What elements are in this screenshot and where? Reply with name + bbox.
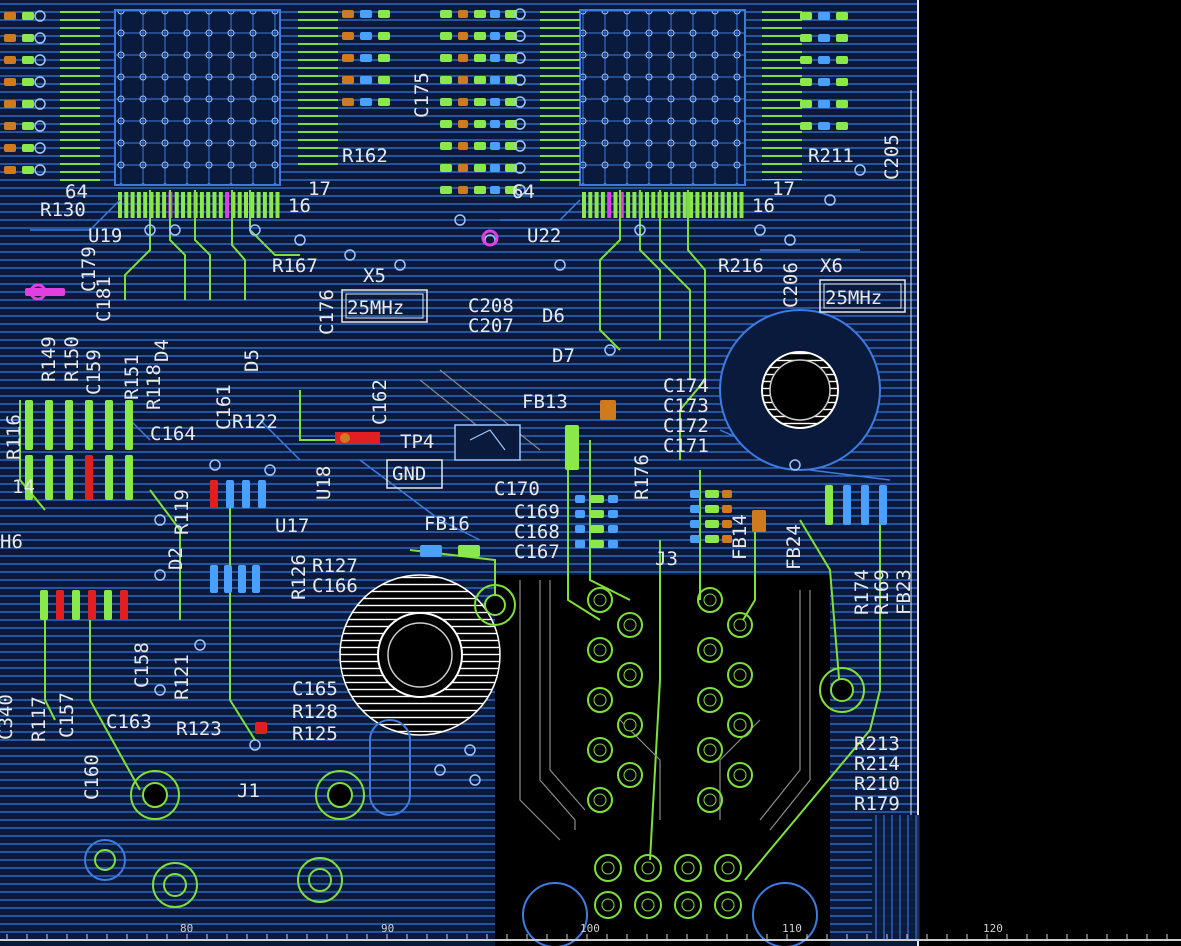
label-fb24: FB24 [783,524,805,570]
label-tp4: TP4 [400,431,434,453]
label-h6: H6 [0,531,23,553]
label-c172: C172 [663,415,709,437]
label-r151: R151 [121,354,143,400]
label-r214: R214 [854,753,900,775]
label-r211: R211 [808,145,854,167]
label-u22: U22 [527,225,561,247]
label-ic14: 14 [12,476,35,498]
label-d4: D4 [151,339,173,362]
label-r150: R150 [61,336,83,382]
label-r128: R128 [292,701,338,723]
label-c167: C167 [514,541,560,563]
label-x5-freq: 25MHz [347,297,404,319]
label-d6: D6 [542,305,565,327]
label-r127: R127 [312,555,358,577]
label-c175: C175 [411,72,433,118]
label-r174: R174 [851,569,873,615]
label-c176: C176 [316,289,338,335]
label-c162: C162 [369,379,391,425]
label-x6: X6 [820,255,843,277]
label-fb23: FB23 [893,569,915,615]
label-c169: C169 [514,501,560,523]
label-r116: R116 [3,414,25,460]
label-c166: C166 [312,575,358,597]
label-ic-pin16-left: 16 [288,195,311,217]
label-r210: R210 [854,773,900,795]
label-r213: R213 [854,733,900,755]
label-c160: C160 [81,754,103,800]
label-d5: D5 [241,349,263,372]
ruler-tick-110: 110 [782,922,802,935]
label-r122: R122 [232,411,278,433]
ic-u19-bga[interactable] [114,9,281,186]
label-c170: C170 [494,478,540,500]
label-c206: C206 [780,262,802,308]
label-c163: C163 [106,711,152,733]
label-r216: R216 [718,255,764,277]
label-d7: D7 [552,345,575,367]
label-u19: U19 [88,225,122,247]
label-j1: J1 [237,780,260,802]
ruler-tick-100: 100 [580,922,600,935]
label-u17: U17 [275,515,309,537]
label-c208: C208 [468,295,514,317]
label-x6-freq: 25MHz [825,287,882,309]
label-c159: C159 [83,349,105,395]
label-c157: C157 [56,692,78,738]
label-ic-pin17-left: 17 [308,178,331,200]
label-fb14: FB14 [729,514,751,560]
label-r125: R125 [292,723,338,745]
label-c174: C174 [663,375,709,397]
label-c168: C168 [514,521,560,543]
label-c158: C158 [131,642,153,688]
label-r123: R123 [176,718,222,740]
label-c164: C164 [150,423,196,445]
label-ic-pin16-right: 16 [752,195,775,217]
label-ic-pin64-mid: 64 [512,181,535,203]
label-fb16: FB16 [424,513,470,535]
label-gnd: GND [392,463,426,485]
label-r169: R169 [871,569,893,615]
mounting-hole-right[interactable] [719,309,881,471]
label-r118: R118 [143,364,165,410]
label-r162: R162 [342,145,388,167]
label-c173: C173 [663,395,709,417]
label-c165: C165 [292,678,338,700]
ic-u22-bga[interactable] [579,9,746,186]
label-r126: R126 [288,554,310,600]
label-r176: R176 [631,454,653,500]
ruler-tick-80: 80 [180,922,193,935]
label-c181: C181 [93,276,115,322]
label-r179: R179 [854,793,900,815]
pcb-layout-view[interactable]: 64 R130 U19 17 16 R167 R162 C175 64 U22 … [0,0,1181,946]
label-c207: C207 [468,315,514,337]
ruler-tick-120: 120 [983,922,1003,935]
label-ic-pin17-right: 17 [772,178,795,200]
label-c205: C205 [881,134,903,180]
label-x5: X5 [363,265,386,287]
label-r167: R167 [272,255,318,277]
label-fb13: FB13 [522,391,568,413]
label-r119: R119 [171,489,193,535]
label-r117: R117 [28,696,50,742]
label-c340: C340 [0,694,17,740]
label-u18: U18 [313,466,335,500]
label-r121: R121 [171,654,193,700]
label-r149: R149 [38,336,60,382]
label-j3: J3 [655,548,678,570]
label-d2: D2 [165,547,187,570]
ruler-tick-90: 90 [381,922,394,935]
label-r130: R130 [40,199,86,221]
label-c171: C171 [663,435,709,457]
